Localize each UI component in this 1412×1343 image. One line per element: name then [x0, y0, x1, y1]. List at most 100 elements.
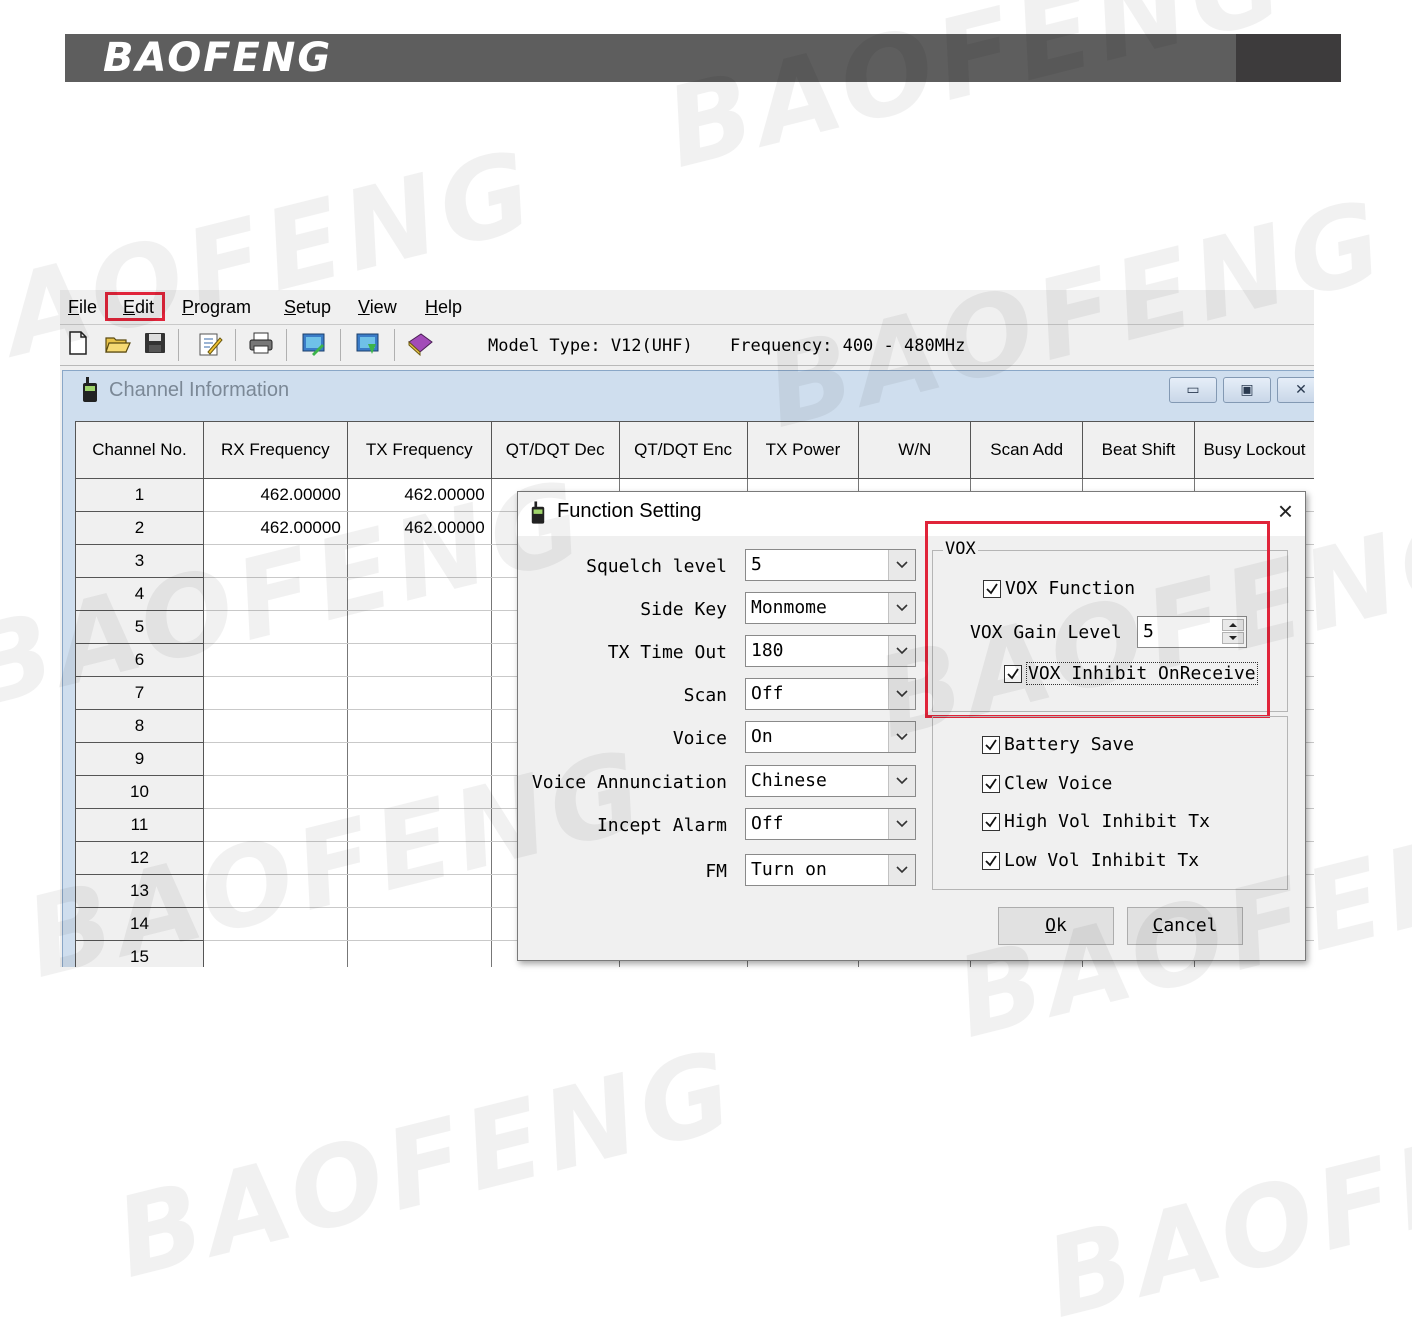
- checkbox-box[interactable]: [982, 812, 1000, 831]
- column-header[interactable]: RX Frequency: [202, 421, 348, 479]
- chevron-down-icon[interactable]: [888, 679, 915, 709]
- rx-frequency-cell[interactable]: [203, 907, 348, 941]
- menu-program[interactable]: Program: [182, 296, 251, 318]
- column-header[interactable]: Busy Lockout: [1193, 421, 1314, 479]
- channel-number-cell[interactable]: 5: [75, 610, 204, 644]
- dropdown-voice[interactable]: On: [745, 721, 916, 753]
- rx-frequency-cell[interactable]: [203, 742, 348, 776]
- chevron-down-icon[interactable]: [888, 593, 915, 623]
- dropdown-incept-alarm[interactable]: Off: [745, 808, 916, 840]
- tx-frequency-cell[interactable]: [347, 841, 492, 875]
- channel-number-cell[interactable]: 4: [75, 577, 204, 611]
- close-window-button[interactable]: ✕: [1277, 377, 1314, 403]
- checkbox-label: Low Vol Inhibit Tx: [1004, 850, 1200, 871]
- rx-frequency-cell[interactable]: [203, 610, 348, 644]
- book-icon[interactable]: [406, 330, 434, 358]
- tx-frequency-cell[interactable]: [347, 874, 492, 908]
- channel-number-cell[interactable]: 13: [75, 874, 204, 908]
- save-icon[interactable]: [142, 330, 170, 358]
- dropdown-value: 5: [751, 554, 762, 575]
- channel-number-cell[interactable]: 15: [75, 940, 204, 967]
- menu-setup[interactable]: Setup: [284, 296, 331, 318]
- battery-save-checkbox[interactable]: Battery Save: [982, 734, 1134, 755]
- channel-number-cell[interactable]: 14: [75, 907, 204, 941]
- menu-view[interactable]: View: [358, 296, 397, 318]
- tx-frequency-cell[interactable]: [347, 643, 492, 677]
- cancel-button[interactable]: Cancel: [1127, 907, 1243, 945]
- ok-button[interactable]: Ok: [998, 907, 1114, 945]
- column-header[interactable]: QT/DQT Enc: [618, 421, 748, 479]
- read-radio-icon[interactable]: [300, 330, 328, 358]
- open-folder-icon[interactable]: [104, 330, 132, 358]
- menu-file[interactable]: File: [68, 296, 97, 318]
- channel-number-cell[interactable]: 1: [75, 478, 204, 512]
- rx-frequency-cell[interactable]: [203, 544, 348, 578]
- rx-frequency-cell[interactable]: [203, 577, 348, 611]
- tx-frequency-cell[interactable]: 462.00000: [347, 511, 492, 545]
- tx-frequency-cell[interactable]: [347, 808, 492, 842]
- checkbox-box[interactable]: [982, 735, 1000, 754]
- tx-frequency-cell[interactable]: [347, 742, 492, 776]
- dropdown-scan[interactable]: Off: [745, 678, 916, 710]
- channel-number-cell[interactable]: 11: [75, 808, 204, 842]
- chevron-down-icon[interactable]: [888, 722, 915, 752]
- restore-button[interactable]: ▣: [1223, 377, 1271, 403]
- rx-frequency-cell[interactable]: [203, 940, 348, 967]
- rx-frequency-cell[interactable]: 462.00000: [203, 511, 348, 545]
- close-icon[interactable]: ×: [1278, 497, 1293, 525]
- rx-frequency-cell[interactable]: [203, 874, 348, 908]
- menu-help[interactable]: Help: [425, 296, 462, 318]
- channel-number-cell[interactable]: 12: [75, 841, 204, 875]
- column-header[interactable]: TX Frequency: [346, 421, 492, 479]
- rx-frequency-cell[interactable]: [203, 841, 348, 875]
- new-file-icon[interactable]: [66, 330, 94, 358]
- tx-frequency-cell[interactable]: [347, 775, 492, 809]
- channel-number-cell[interactable]: 3: [75, 544, 204, 578]
- edit-icon[interactable]: [196, 330, 224, 358]
- rx-frequency-cell[interactable]: [203, 676, 348, 710]
- tx-frequency-cell[interactable]: [347, 907, 492, 941]
- chevron-down-icon[interactable]: [888, 855, 915, 885]
- channel-number-cell[interactable]: 9: [75, 742, 204, 776]
- write-radio-icon[interactable]: [354, 330, 382, 358]
- dropdown-fm[interactable]: Turn on: [745, 854, 916, 886]
- checkbox-box[interactable]: [982, 851, 1000, 870]
- column-header[interactable]: QT/DQT Dec: [490, 421, 620, 479]
- checkbox-box[interactable]: [982, 774, 1000, 793]
- channel-number-cell[interactable]: 10: [75, 775, 204, 809]
- tx-frequency-cell[interactable]: [347, 940, 492, 967]
- column-header[interactable]: Channel No.: [75, 421, 204, 479]
- column-header[interactable]: TX Power: [746, 421, 860, 479]
- rx-frequency-cell[interactable]: [203, 709, 348, 743]
- print-icon[interactable]: [247, 330, 275, 358]
- channel-number-cell[interactable]: 8: [75, 709, 204, 743]
- dropdown-squelch-level[interactable]: 5: [745, 549, 916, 581]
- rx-frequency-cell[interactable]: 462.00000: [203, 478, 348, 512]
- chevron-down-icon[interactable]: [888, 636, 915, 666]
- tx-frequency-cell[interactable]: [347, 676, 492, 710]
- high-vol-inhibit-tx-checkbox[interactable]: High Vol Inhibit Tx: [982, 811, 1210, 832]
- rx-frequency-cell[interactable]: [203, 775, 348, 809]
- dropdown-side-key[interactable]: Monmome: [745, 592, 916, 624]
- tx-frequency-cell[interactable]: [347, 544, 492, 578]
- tx-frequency-cell[interactable]: 462.00000: [347, 478, 492, 512]
- tx-frequency-cell[interactable]: [347, 709, 492, 743]
- dropdown-voice-annunciation[interactable]: Chinese: [745, 765, 916, 797]
- minimize-button[interactable]: ▭: [1169, 377, 1217, 403]
- chevron-down-icon[interactable]: [888, 766, 915, 796]
- rx-frequency-cell[interactable]: [203, 808, 348, 842]
- channel-number-cell[interactable]: 7: [75, 676, 204, 710]
- chevron-down-icon[interactable]: [888, 809, 915, 839]
- channel-number-cell[interactable]: 2: [75, 511, 204, 545]
- dropdown-tx-time-out[interactable]: 180: [745, 635, 916, 667]
- column-header[interactable]: W/N: [858, 421, 972, 479]
- chevron-down-icon[interactable]: [888, 550, 915, 580]
- tx-frequency-cell[interactable]: [347, 577, 492, 611]
- rx-frequency-cell[interactable]: [203, 643, 348, 677]
- column-header[interactable]: Scan Add: [970, 421, 1084, 479]
- low-vol-inhibit-tx-checkbox[interactable]: Low Vol Inhibit Tx: [982, 850, 1199, 871]
- clew-voice-checkbox[interactable]: Clew Voice: [982, 773, 1112, 794]
- channel-number-cell[interactable]: 6: [75, 643, 204, 677]
- tx-frequency-cell[interactable]: [347, 610, 492, 644]
- column-header[interactable]: Beat Shift: [1082, 421, 1195, 479]
